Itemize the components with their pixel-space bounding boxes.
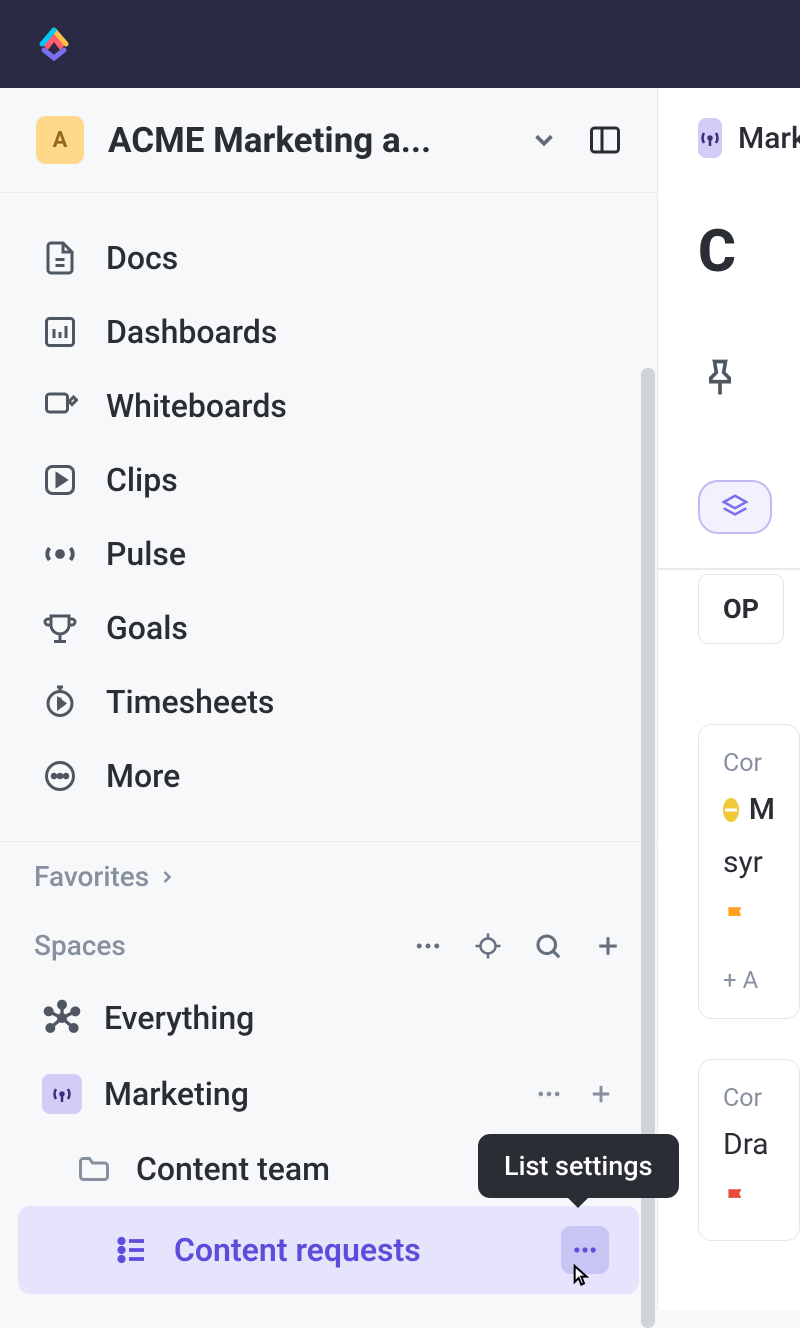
page-title: C <box>698 218 800 286</box>
marketing-icon <box>42 1074 82 1114</box>
more-icon <box>42 758 78 794</box>
status-dot-icon <box>723 798 739 822</box>
task-card[interactable]: Cor Dra <box>698 1059 800 1241</box>
list-content-requests[interactable]: Content requests <box>18 1206 639 1294</box>
sidebar-toggle-icon[interactable] <box>583 122 627 158</box>
everything-icon <box>42 998 82 1038</box>
folder-label: Content team <box>136 1150 330 1188</box>
add-subtask[interactable]: + A <box>723 966 775 994</box>
nav-dashboards[interactable]: Dashboards <box>0 295 657 369</box>
pin-icon[interactable] <box>698 356 742 400</box>
docs-icon <box>42 240 78 276</box>
chevron-down-icon <box>529 125 559 155</box>
layers-icon <box>720 492 750 522</box>
tooltip: List settings <box>478 1134 679 1198</box>
breadcrumb-label: Mark <box>738 121 800 156</box>
pulse-icon <box>42 536 78 572</box>
list-settings-button[interactable] <box>561 1226 609 1274</box>
spaces-label: Spaces <box>34 929 126 962</box>
nav-goals[interactable]: Goals <box>0 591 657 665</box>
nav-clips[interactable]: Clips <box>0 443 657 517</box>
nav-label: Docs <box>106 239 178 277</box>
nav-label: More <box>106 757 180 795</box>
clips-icon <box>42 462 78 498</box>
flag-icon[interactable] <box>723 904 749 930</box>
spaces-header: Spaces <box>0 911 657 980</box>
nav-label: Clips <box>106 461 178 499</box>
task-parent-label: Cor <box>723 1084 775 1113</box>
chevron-right-icon <box>157 867 177 887</box>
nav-pulse[interactable]: Pulse <box>0 517 657 591</box>
main-content: Mark C OP Cor M syr + A Cor Dra <box>658 88 800 1310</box>
favorites-header[interactable]: Favorites <box>0 842 657 911</box>
nav-label: Goals <box>106 609 188 647</box>
nav-section: Docs Dashboards Whiteboards Clips <box>0 193 657 841</box>
ellipsis-icon <box>571 1236 599 1264</box>
ellipsis-icon[interactable] <box>413 931 443 961</box>
workspace-avatar: A <box>36 116 84 164</box>
task-card[interactable]: Cor M syr + A <box>698 724 800 1019</box>
task-parent-label: Cor <box>723 749 775 778</box>
search-icon[interactable] <box>533 931 563 961</box>
timesheets-icon <box>42 684 78 720</box>
space-everything[interactable]: Everything <box>0 980 657 1056</box>
goals-icon <box>42 610 78 646</box>
task-subtitle: syr <box>723 845 775 880</box>
dashboards-icon <box>42 314 78 350</box>
plus-icon[interactable] <box>593 931 623 961</box>
breadcrumb[interactable]: Mark <box>698 118 800 218</box>
list-icon <box>114 1232 150 1268</box>
list-label: Content requests <box>174 1231 421 1269</box>
workspace-selector[interactable]: A ACME Marketing a... <box>0 88 657 193</box>
task-title: Dra <box>723 1127 775 1162</box>
workspace-name: ACME Marketing a... <box>108 120 505 161</box>
status-chip[interactable]: OP <box>698 574 784 644</box>
nav-label: Whiteboards <box>106 387 287 425</box>
space-label: Everything <box>104 999 254 1037</box>
nav-timesheets[interactable]: Timesheets <box>0 665 657 739</box>
nav-more[interactable]: More <box>0 739 657 813</box>
nav-label: Pulse <box>106 535 186 573</box>
favorites-label: Favorites <box>34 860 149 893</box>
top-bar <box>0 0 800 88</box>
folder-icon <box>76 1151 112 1187</box>
flag-icon[interactable] <box>723 1186 749 1212</box>
ellipsis-icon[interactable] <box>535 1080 563 1108</box>
nav-label: Dashboards <box>106 313 277 351</box>
target-icon[interactable] <box>473 931 503 961</box>
nav-label: Timesheets <box>106 683 274 721</box>
plus-icon[interactable] <box>587 1080 615 1108</box>
sidebar: A ACME Marketing a... Docs Dashboards <box>0 88 658 1310</box>
nav-docs[interactable]: Docs <box>0 221 657 295</box>
space-marketing[interactable]: Marketing <box>0 1056 657 1132</box>
app-logo-icon[interactable] <box>32 22 76 66</box>
marketing-icon <box>698 118 722 158</box>
space-label: Marketing <box>104 1075 249 1113</box>
whiteboards-icon <box>42 388 78 424</box>
task-title: M <box>749 792 775 827</box>
nav-whiteboards[interactable]: Whiteboards <box>0 369 657 443</box>
group-pill[interactable] <box>698 480 772 534</box>
